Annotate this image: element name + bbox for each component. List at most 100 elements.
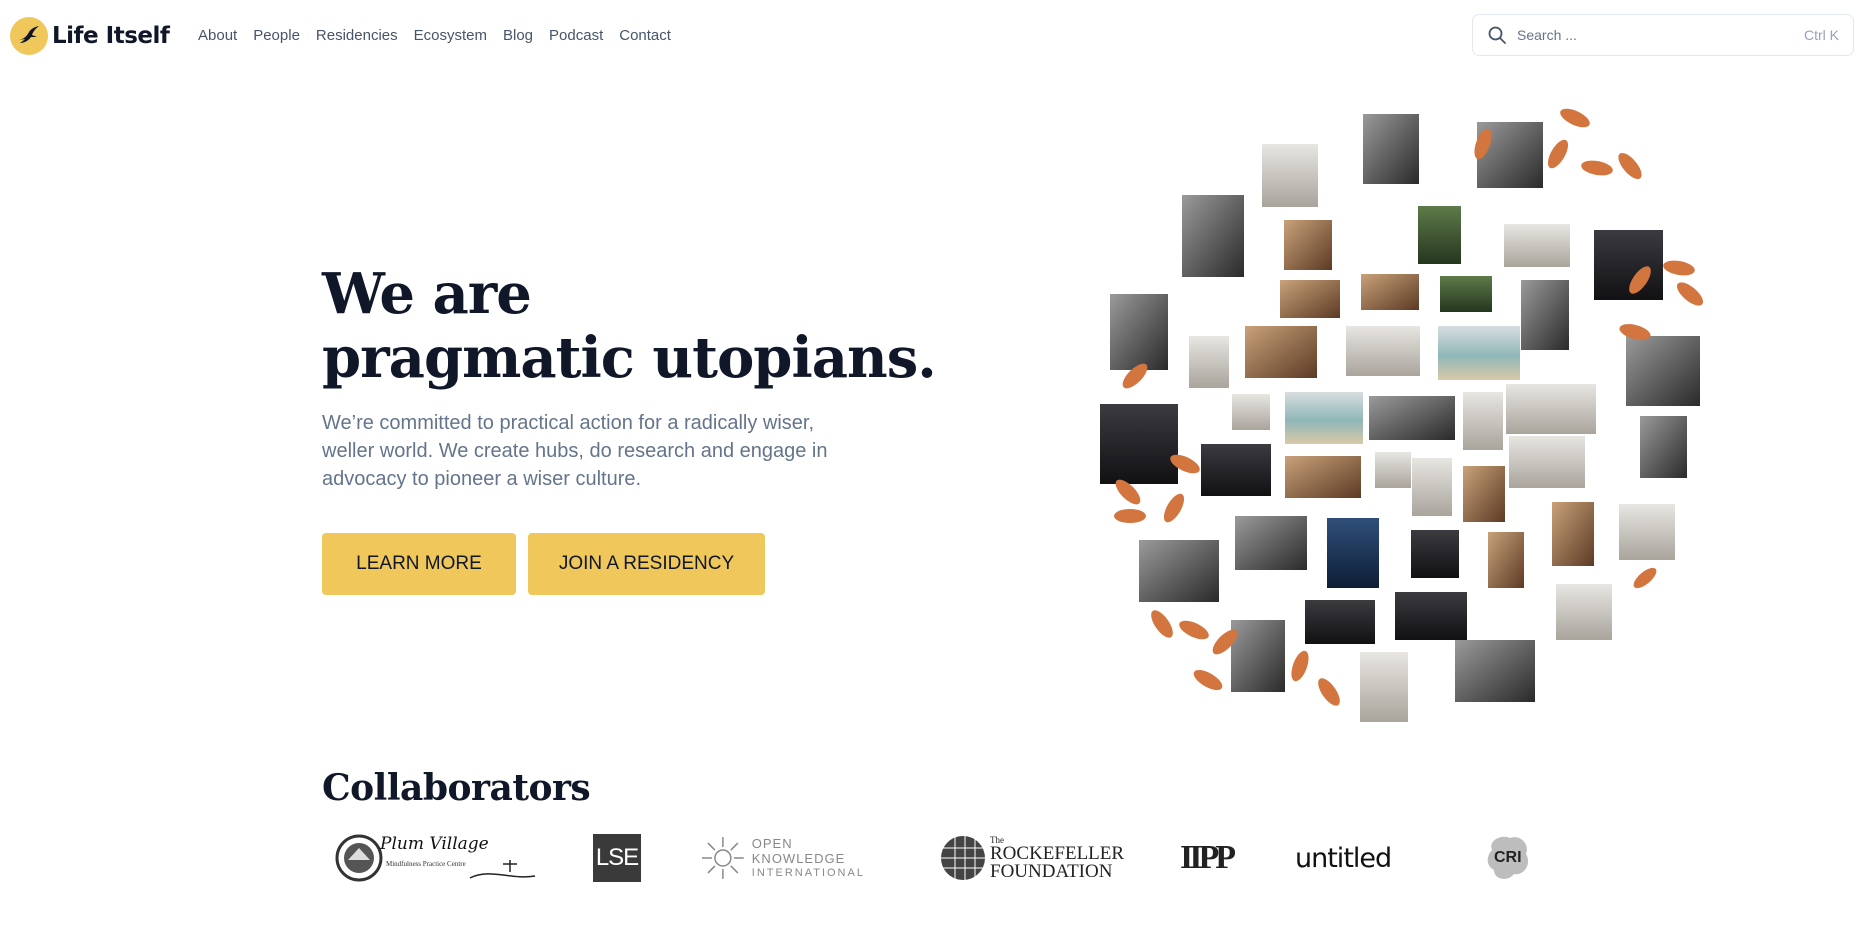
- leaf-decoration: [1633, 567, 1657, 589]
- photo-tile: [1556, 584, 1612, 640]
- cri-logo-text: CRI: [1494, 849, 1522, 866]
- leaf-decoration: [1547, 139, 1569, 169]
- photo-tile: [1360, 652, 1408, 722]
- plum-village-name: Plum Village: [380, 834, 489, 854]
- photo-tile: [1232, 394, 1270, 430]
- hero-subtitle: We’re committed to practical action for …: [322, 412, 828, 490]
- brand-home-link[interactable]: Life Itself: [10, 17, 170, 55]
- photo-tile: [1619, 504, 1675, 560]
- people-photo-collage: [1100, 108, 1704, 722]
- photo-tile: [1411, 530, 1459, 578]
- hero-title-line-1: We are: [322, 261, 532, 327]
- nav-ecosystem[interactable]: Ecosystem: [414, 27, 487, 44]
- swallow-bird-icon: [10, 17, 48, 55]
- photo-tile: [1418, 206, 1461, 264]
- photo-tile: [1285, 392, 1363, 444]
- photo-tile: [1488, 532, 1524, 588]
- photo-tile: [1395, 592, 1467, 640]
- untitled-logo-text: untitled: [1295, 842, 1392, 874]
- photo-tile: [1305, 600, 1375, 644]
- search-input[interactable]: Search ... Ctrl K: [1472, 14, 1854, 56]
- photo-tile: [1626, 336, 1700, 406]
- rockefeller-globe-icon: [941, 836, 985, 880]
- hero-title-line-2: pragmatic utopians.: [322, 325, 937, 391]
- okf-line-1: OPEN KNOWLEDGE: [751, 835, 846, 866]
- nav-people[interactable]: People: [253, 27, 300, 44]
- photo-tile: [1201, 444, 1271, 496]
- photo-tile: [1327, 518, 1379, 588]
- photo-tile: [1363, 114, 1419, 184]
- photo-tile: [1100, 404, 1178, 484]
- top-navigation: Life Itself About People Residencies Eco…: [0, 0, 1864, 74]
- leaf-decoration: [1581, 160, 1613, 176]
- join-residency-button[interactable]: JOIN A RESIDENCY: [528, 533, 765, 595]
- photo-tile: [1231, 620, 1285, 692]
- photo-tile: [1361, 274, 1419, 310]
- photo-tile: [1182, 195, 1244, 277]
- leaf-decoration: [1114, 509, 1146, 523]
- photo-tile: [1463, 466, 1505, 522]
- nav-residencies[interactable]: Residencies: [316, 27, 398, 44]
- hero-title: We are pragmatic utopians.: [322, 262, 942, 390]
- search-placeholder: Search ...: [1517, 27, 1577, 43]
- leaf-decoration: [1560, 108, 1590, 128]
- nav-podcast[interactable]: Podcast: [549, 27, 603, 44]
- photo-tile: [1506, 384, 1596, 434]
- nav-about[interactable]: About: [198, 27, 237, 44]
- brand-name: Life Itself: [52, 23, 170, 49]
- main-menu: About People Residencies Ecosystem Blog …: [198, 27, 671, 44]
- photo-tile: [1509, 436, 1585, 488]
- okf-line-2: INTERNATIONAL: [751, 866, 865, 879]
- photo-tile: [1463, 392, 1503, 450]
- leaf-decoration: [1618, 152, 1642, 180]
- cri-logo[interactable]: CRI: [1480, 828, 1540, 888]
- leaf-decoration: [1676, 282, 1704, 306]
- leaf-decoration: [1193, 669, 1223, 691]
- photo-tile: [1245, 326, 1317, 378]
- collaborator-logos: Plum Village Mindfulness Practice Centre…: [330, 828, 1560, 888]
- photo-tile: [1375, 452, 1411, 488]
- photo-tile: [1262, 144, 1318, 207]
- photo-tile: [1440, 276, 1492, 312]
- photo-tile: [1521, 280, 1569, 350]
- iipp-logo-text: IIPP: [1180, 839, 1236, 876]
- photo-tile: [1640, 416, 1687, 478]
- search-icon: [1487, 25, 1507, 45]
- nav-contact[interactable]: Contact: [619, 27, 671, 44]
- lse-logo[interactable]: LSE: [593, 828, 641, 888]
- search-shortcut-hint: Ctrl K: [1804, 27, 1839, 43]
- photo-tile: [1412, 458, 1452, 516]
- photo-tile: [1346, 326, 1420, 376]
- leaf-decoration: [1179, 620, 1209, 640]
- rockefeller-line-2: FOUNDATION: [990, 860, 1113, 882]
- leaf-decoration: [1663, 260, 1695, 276]
- photo-tile: [1284, 220, 1332, 270]
- leaf-decoration: [1291, 650, 1309, 682]
- photo-tile: [1280, 280, 1340, 318]
- leaf-decoration: [1163, 493, 1185, 523]
- photo-tile: [1594, 230, 1663, 300]
- plum-village-logo[interactable]: Plum Village Mindfulness Practice Centre: [330, 828, 540, 888]
- photo-tile: [1285, 456, 1361, 498]
- photo-tile: [1110, 294, 1168, 370]
- lse-logo-text: LSE: [593, 834, 641, 882]
- photo-tile: [1504, 224, 1570, 267]
- photo-tile: [1235, 516, 1307, 570]
- photo-tile: [1552, 502, 1594, 566]
- leaf-decoration: [1151, 610, 1173, 638]
- leaf-decoration: [1318, 678, 1340, 706]
- plum-village-tagline: Mindfulness Practice Centre: [386, 860, 466, 868]
- untitled-logo[interactable]: untitled: [1295, 828, 1405, 888]
- collaborators-heading: Collaborators: [322, 767, 591, 809]
- iipp-logo[interactable]: IIPP: [1180, 828, 1236, 888]
- photo-tile: [1139, 540, 1219, 602]
- nav-blog[interactable]: Blog: [503, 27, 533, 44]
- photo-tile: [1189, 336, 1229, 388]
- rockefeller-line-1: ROCKEFELLER: [990, 842, 1125, 864]
- rockefeller-foundation-logo[interactable]: The ROCKEFELLER FOUNDATION: [940, 828, 1130, 888]
- open-knowledge-sun-icon: [701, 837, 744, 879]
- learn-more-button[interactable]: LEARN MORE: [322, 533, 516, 595]
- photo-tile: [1455, 640, 1535, 702]
- open-knowledge-logo[interactable]: OPEN KNOWLEDGE INTERNATIONAL: [700, 828, 890, 888]
- photo-tile: [1369, 396, 1455, 440]
